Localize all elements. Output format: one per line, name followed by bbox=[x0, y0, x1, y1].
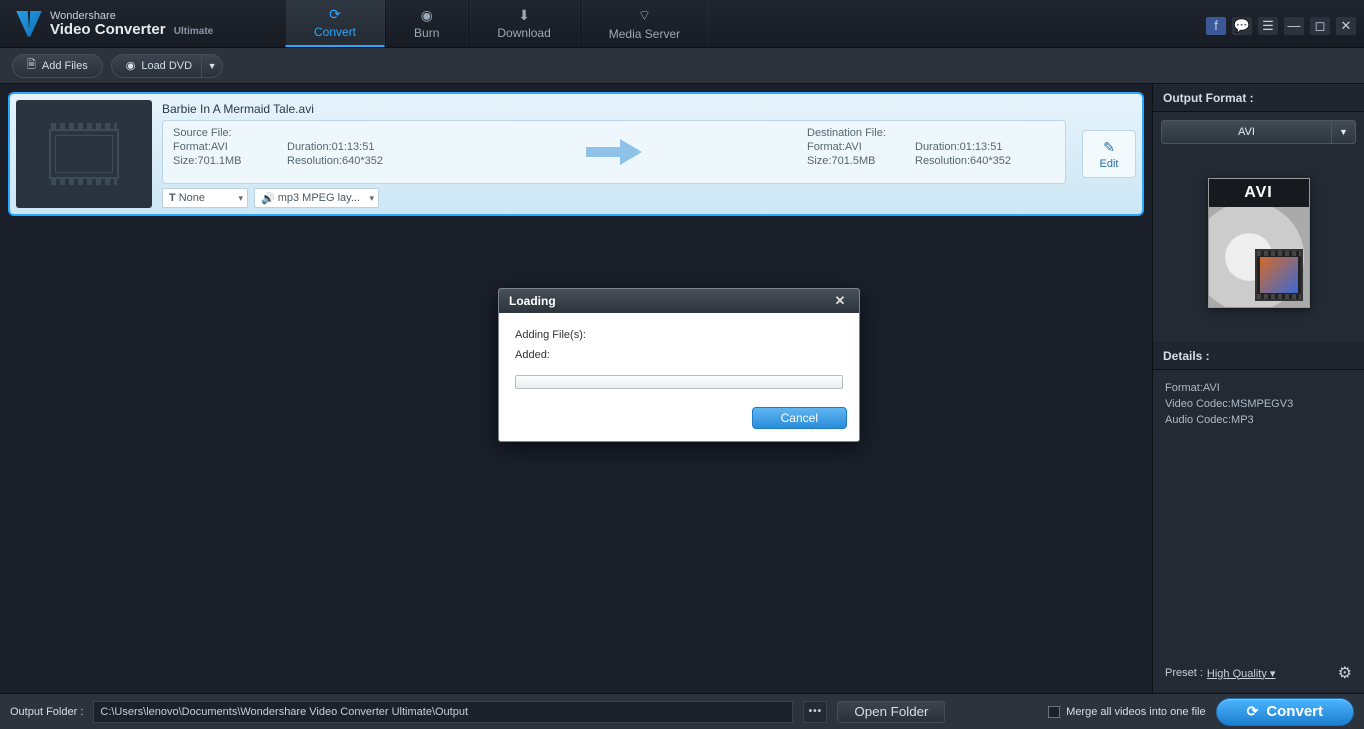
output-format-dropdown[interactable]: ▼ bbox=[1332, 120, 1356, 144]
facebook-icon[interactable]: f bbox=[1206, 17, 1226, 35]
pencil-icon: ✎ bbox=[1103, 139, 1115, 156]
video-thumbnail[interactable] bbox=[16, 100, 152, 208]
details-header: Details : bbox=[1153, 342, 1364, 370]
merge-checkbox[interactable]: Merge all videos into one file bbox=[1048, 706, 1205, 718]
window-controls: f 💬 ☰ — ◻ ✕ bbox=[1206, 13, 1364, 35]
maximize-button[interactable]: ◻ bbox=[1310, 17, 1330, 35]
browse-button[interactable]: ••• bbox=[803, 701, 827, 723]
convert-label: Convert bbox=[1266, 703, 1323, 720]
side-panel: Output Format : AVI ▼ AVI Details : Form… bbox=[1152, 84, 1364, 693]
added-label: Added: bbox=[515, 349, 843, 361]
dst-size: Size:701.5MB bbox=[807, 155, 897, 167]
dialog-titlebar[interactable]: Loading ✕ bbox=[499, 289, 859, 313]
footer: Output Folder : ••• Open Folder Merge al… bbox=[0, 693, 1364, 729]
dialog-close-button[interactable]: ✕ bbox=[831, 293, 849, 309]
dest-file-label: Destination File: bbox=[807, 127, 1055, 139]
details-panel: Format:AVI Video Codec:MSMPEGV3 Audio Co… bbox=[1153, 370, 1364, 438]
load-dvd-button[interactable]: ◉ Load DVD bbox=[111, 54, 207, 78]
adding-files-label: Adding File(s): bbox=[515, 329, 843, 341]
dialog-title: Loading bbox=[509, 294, 556, 308]
arrow-right-icon bbox=[584, 135, 644, 169]
file-card[interactable]: Barbie In A Mermaid Tale.avi Source File… bbox=[8, 92, 1144, 216]
open-folder-button[interactable]: Open Folder bbox=[837, 701, 945, 723]
detail-vcodec: Video Codec:MSMPEGV3 bbox=[1165, 398, 1352, 410]
output-format-button[interactable]: AVI bbox=[1161, 120, 1332, 144]
edit-label: Edit bbox=[1100, 158, 1119, 170]
src-resolution: Resolution:640*352 bbox=[287, 155, 427, 167]
logo-icon bbox=[16, 11, 42, 37]
src-size: Size:701.1MB bbox=[173, 155, 263, 167]
avi-preview-icon: AVI bbox=[1208, 178, 1310, 308]
logo: Wondershare Video Converter Ultimate bbox=[0, 10, 285, 37]
detail-acodec: Audio Codec:MP3 bbox=[1165, 414, 1352, 426]
convert-icon: ⟳ bbox=[1247, 703, 1259, 720]
gear-icon[interactable]: ⚙ bbox=[1338, 663, 1352, 683]
app-edition: Ultimate bbox=[174, 26, 213, 37]
subtitle-select[interactable]: TNone bbox=[162, 188, 248, 208]
dst-duration: Duration:01:13:51 bbox=[915, 141, 1055, 153]
tab-download[interactable]: ⬇ Download bbox=[468, 0, 579, 47]
detail-format: Format:AVI bbox=[1165, 382, 1352, 394]
load-dvd-label: Load DVD bbox=[141, 60, 192, 72]
cancel-button[interactable]: Cancel bbox=[752, 407, 847, 429]
audio-track-select[interactable]: 🔊mp3 MPEG lay... bbox=[254, 188, 379, 208]
convert-button[interactable]: ⟳ Convert bbox=[1216, 698, 1354, 726]
preset-select[interactable]: High Quality ▾ bbox=[1207, 667, 1276, 680]
subtitle-value: None bbox=[179, 192, 205, 204]
edit-button[interactable]: ✎ Edit bbox=[1082, 130, 1136, 178]
download-icon: ⬇ bbox=[518, 7, 530, 24]
nav-tabs: ⟳ Convert ◉ Burn ⬇ Download ⌔ Media Server bbox=[285, 0, 709, 47]
src-duration: Duration:01:13:51 bbox=[287, 141, 427, 153]
file-name: Barbie In A Mermaid Tale.avi bbox=[162, 100, 1066, 120]
src-format: Format:AVI bbox=[173, 141, 263, 153]
merge-label: Merge all videos into one file bbox=[1066, 706, 1205, 718]
add-files-button[interactable]: 🗎 Add Files bbox=[12, 54, 103, 78]
audio-value: mp3 MPEG lay... bbox=[278, 192, 360, 204]
speaker-icon: 🔊 bbox=[261, 192, 275, 205]
wifi-icon: ⌔ bbox=[638, 7, 651, 25]
tab-convert[interactable]: ⟳ Convert bbox=[285, 0, 385, 47]
menu-icon[interactable]: ☰ bbox=[1258, 17, 1278, 35]
app-name: Video Converter bbox=[50, 21, 166, 38]
avi-label: AVI bbox=[1209, 179, 1309, 207]
disc-icon: ◉ bbox=[421, 7, 433, 24]
tab-media-server-label: Media Server bbox=[609, 27, 680, 41]
preset-label: Preset : bbox=[1165, 667, 1203, 679]
file-plus-icon: 🗎 bbox=[27, 56, 36, 75]
app-header: Wondershare Video Converter Ultimate ⟳ Co… bbox=[0, 0, 1364, 48]
dst-resolution: Resolution:640*352 bbox=[915, 155, 1055, 167]
source-file-label: Source File: bbox=[173, 127, 427, 139]
tab-convert-label: Convert bbox=[314, 25, 356, 39]
toolbar: 🗎 Add Files ◉ Load DVD ▼ bbox=[0, 48, 1364, 84]
tab-burn-label: Burn bbox=[414, 26, 439, 40]
minimize-button[interactable]: — bbox=[1284, 17, 1304, 35]
film-icon bbox=[49, 129, 119, 179]
tab-download-label: Download bbox=[497, 26, 550, 40]
add-files-label: Add Files bbox=[42, 60, 88, 72]
loading-dialog: Loading ✕ Adding File(s): Added: Cancel bbox=[498, 288, 860, 442]
format-preview: AVI bbox=[1153, 152, 1364, 342]
progress-bar bbox=[515, 375, 843, 389]
dst-format: Format:AVI bbox=[807, 141, 897, 153]
tab-media-server[interactable]: ⌔ Media Server bbox=[580, 0, 709, 47]
tab-burn[interactable]: ◉ Burn bbox=[385, 0, 468, 47]
disc-icon: ◉ bbox=[126, 59, 136, 72]
close-button[interactable]: ✕ bbox=[1336, 17, 1356, 35]
chat-icon[interactable]: 💬 bbox=[1232, 17, 1252, 35]
file-info: Source File: Format:AVI Size:701.1MB Dur… bbox=[162, 120, 1066, 184]
load-dvd-dropdown[interactable]: ▼ bbox=[201, 54, 223, 78]
output-format-header: Output Format : bbox=[1153, 84, 1364, 112]
refresh-icon: ⟳ bbox=[329, 6, 341, 23]
output-folder-label: Output Folder : bbox=[10, 706, 83, 718]
output-path-input[interactable] bbox=[93, 701, 793, 723]
checkbox-icon bbox=[1048, 706, 1060, 718]
